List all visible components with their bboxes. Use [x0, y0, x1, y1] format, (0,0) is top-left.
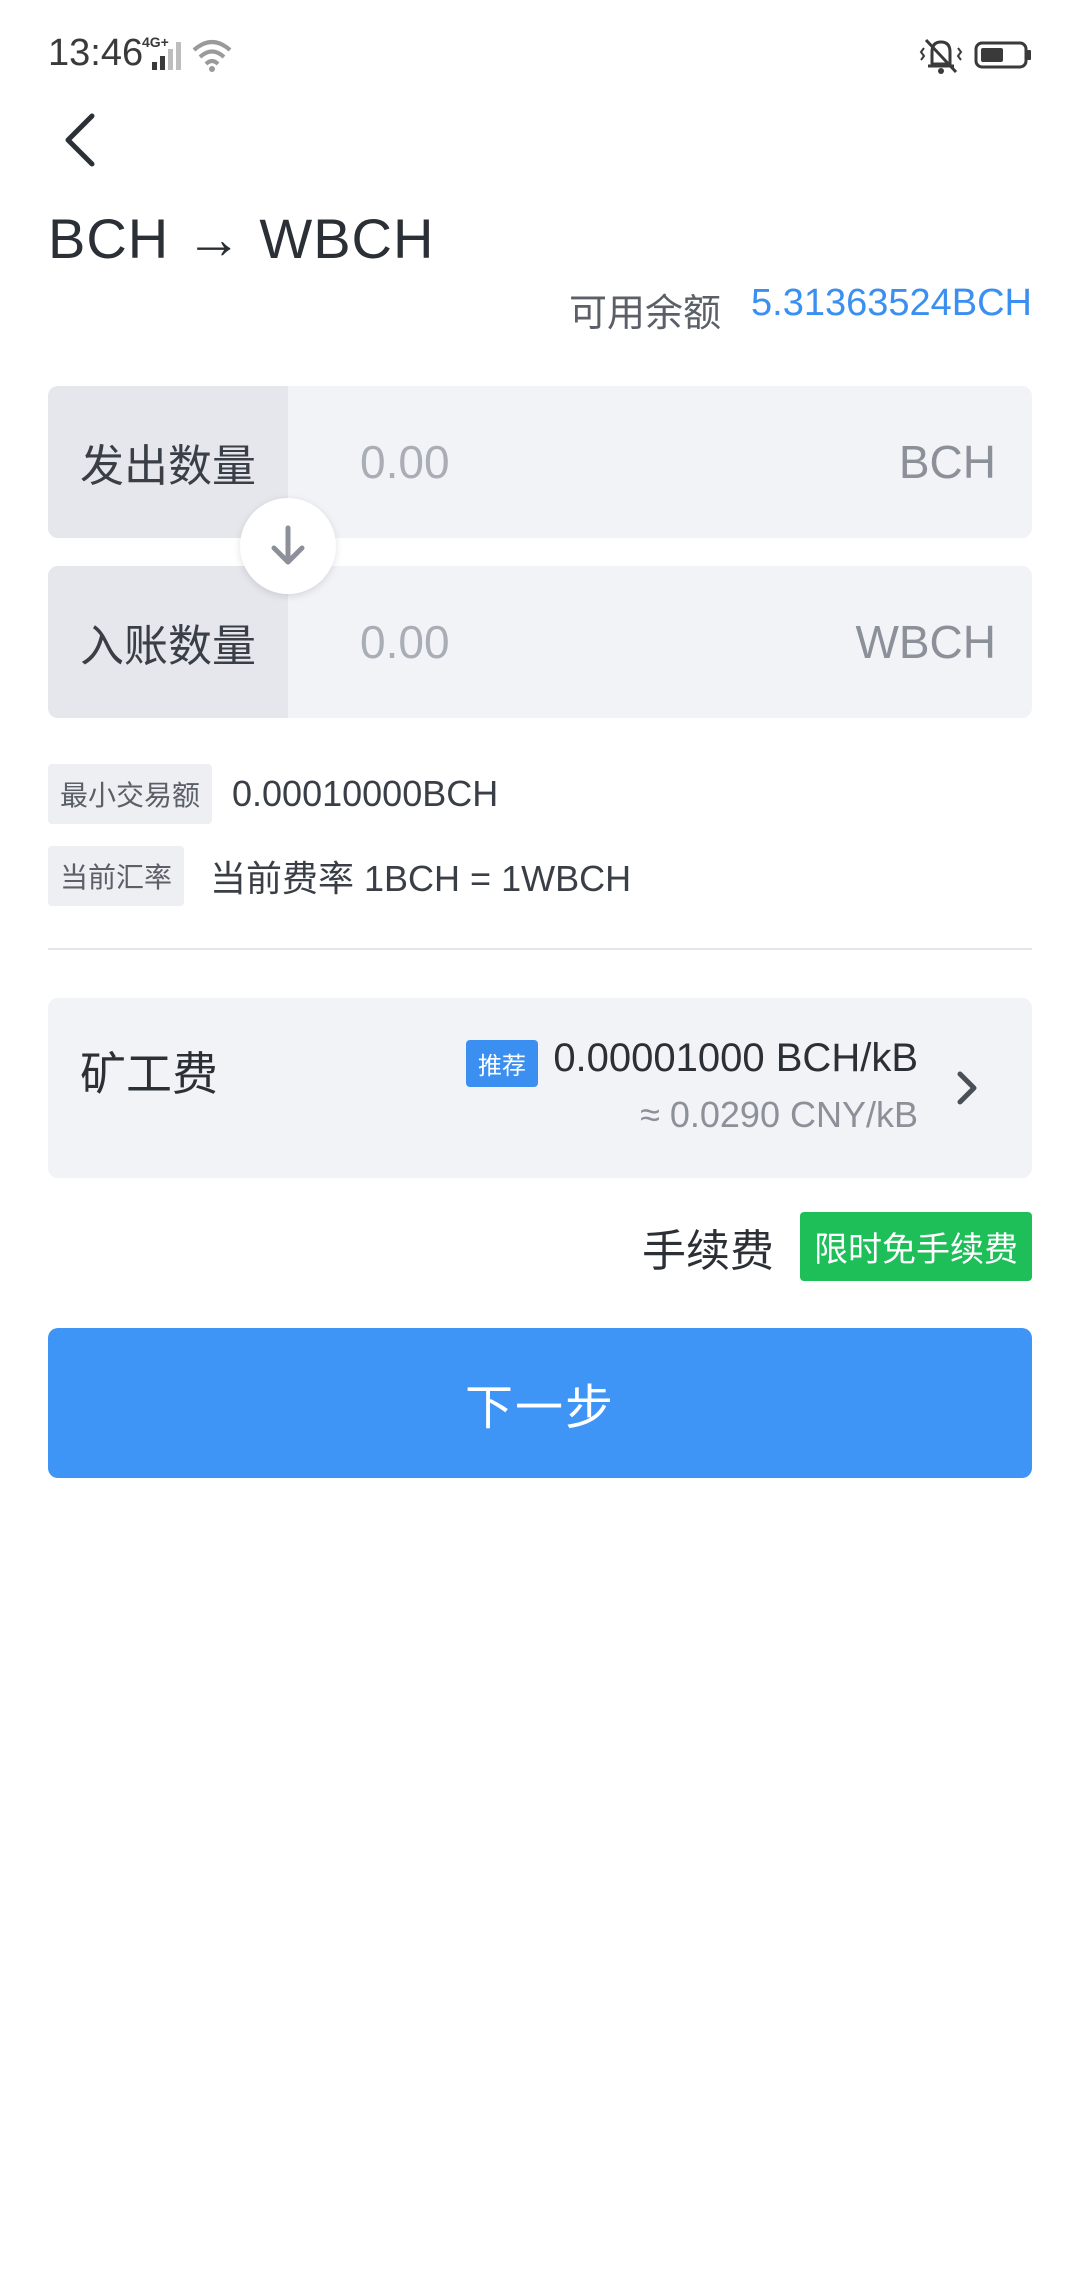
receive-amount-label: 入账数量 [48, 566, 288, 718]
available-balance: 可用余额 5.31363524BCH [569, 282, 1032, 337]
miner-fee-card[interactable]: 矿工费 推荐 0.00001000 BCH/kB ≈ 0.0290 CNY/kB [48, 998, 1032, 1178]
rate-row: 当前汇率 当前费率 1BCH = 1WBCH [48, 846, 631, 906]
balance-value: 5.31363524BCH [751, 282, 1032, 324]
rate-tag: 当前汇率 [48, 846, 185, 906]
chevron-right-icon [957, 1071, 977, 1105]
receive-amount-unit: WBCH [855, 616, 996, 668]
divider [48, 948, 1032, 950]
min-trade-tag: 最小交易额 [48, 764, 213, 824]
min-trade-row: 最小交易额 0.00010000BCH [48, 764, 498, 824]
miner-fee-title: 矿工费 [80, 1048, 218, 1100]
back-button[interactable] [52, 108, 108, 172]
send-amount-field[interactable]: 发出数量 0.00 BCH [48, 386, 1032, 538]
wifi-icon [192, 40, 232, 72]
rate-value: 当前费率 1BCH = 1WBCH [210, 858, 632, 899]
miner-fee-value: 0.00001000 BCH/kB [553, 1036, 918, 1080]
free-fee-badge: 限时免手续费 [800, 1212, 1032, 1281]
miner-fee-approx: ≈ 0.0290 CNY/kB [640, 1094, 918, 1135]
swap-direction-button[interactable] [240, 498, 336, 594]
receive-amount-input[interactable]: 0.00 [360, 566, 450, 718]
send-amount-unit: BCH [898, 436, 996, 488]
send-amount-input[interactable]: 0.00 [360, 386, 450, 538]
status-time: 13:46 [48, 32, 144, 74]
status-bar: 13:46 4G+ [0, 0, 1080, 110]
chevron-left-icon [65, 113, 95, 167]
vibrate-icon [919, 38, 963, 74]
next-step-button[interactable]: 下一步 [48, 1328, 1032, 1478]
balance-label: 可用余额 [568, 293, 721, 335]
recommended-badge: 推荐 [466, 1040, 538, 1087]
arrow-down-icon [271, 525, 305, 565]
receive-amount-field[interactable]: 入账数量 0.00 WBCH [48, 566, 1032, 718]
service-fee-row: 手续费 限时免手续费 [642, 1212, 1032, 1281]
battery-icon [974, 41, 1031, 69]
min-trade-value: 0.00010000BCH [232, 773, 499, 814]
signal-icon [152, 42, 181, 70]
page-title: BCH → WBCH [48, 207, 435, 270]
service-fee-label: 手续费 [642, 1226, 774, 1276]
